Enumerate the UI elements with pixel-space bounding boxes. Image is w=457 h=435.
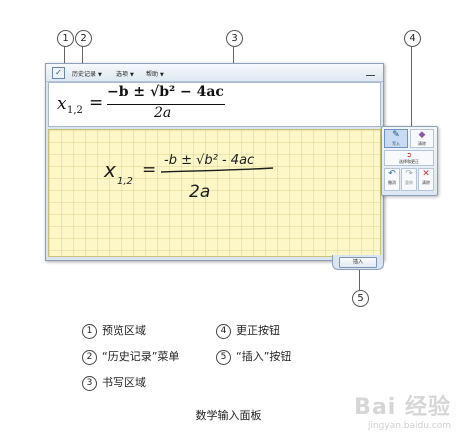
clear-button[interactable]: ✕ 清除: [418, 168, 434, 191]
chevron-down-icon: ▼: [98, 72, 102, 78]
options-menu-label: 选项: [116, 71, 129, 78]
math-input-window: ✓ 历史记录 ▼ 选项 ▼ 帮助 ▼ x 1,2 = −b ± √b² − 4ac 2…: [45, 63, 384, 261]
handwriting-equals: =: [142, 160, 156, 180]
legend-item: 4 更正按钮: [216, 323, 280, 339]
legend-number: 5: [216, 349, 231, 365]
legend-text: “历史记录”菜单: [102, 350, 180, 363]
watermark: Bai 经验 jingyan.baidu.com: [354, 389, 451, 431]
preview-lhs: x: [57, 94, 67, 114]
legend-number: 1: [82, 323, 97, 339]
erase-button-label: 清除: [418, 141, 426, 146]
leader-line-4: [411, 47, 412, 127]
history-menu-label: 历史记录: [72, 71, 97, 78]
history-menu[interactable]: 历史记录 ▼: [72, 69, 102, 78]
eraser-icon: ◆: [418, 130, 426, 140]
callout-3: 3: [226, 30, 243, 47]
legend-item: 3 书写区域: [82, 375, 146, 391]
legend-text: 更正按钮: [236, 324, 280, 337]
redo-icon: ↷: [405, 169, 413, 179]
legend-text: “插入”按钮: [236, 350, 292, 363]
legend-item: 1 预览区域: [82, 323, 146, 339]
watermark-url: jingyan.baidu.com: [367, 421, 451, 431]
write-button-label: 写入: [392, 141, 400, 146]
handwriting-canvas: x 1,2 = -b ± √b² - 4ac 2a: [103, 153, 274, 202]
handwriting-numerator: -b ± √b² - 4ac: [164, 153, 254, 168]
minimize-icon[interactable]: [366, 69, 375, 76]
undo-icon: ↶: [388, 169, 396, 179]
callout-4: 4: [404, 30, 421, 47]
leader-line-5: [359, 269, 360, 290]
preview-area: x 1,2 = −b ± √b² − 4ac 2a: [48, 82, 381, 127]
select-correct-label: 选择和更正: [399, 159, 419, 164]
select-and-correct-button[interactable]: ➲ 选择和更正: [384, 150, 434, 166]
callout-1: 1: [57, 30, 74, 47]
write-button[interactable]: ✎ 写入: [384, 129, 408, 148]
handwriting-lhs-subscript: 1,2: [117, 176, 133, 187]
handwriting-fraction-bar: [160, 167, 274, 173]
callout-2: 2: [75, 30, 92, 47]
preview-equals: =: [89, 93, 104, 113]
undo-button-label: 撤消: [388, 180, 396, 185]
insert-button[interactable]: 插入: [339, 257, 377, 268]
chevron-down-icon: ▼: [130, 72, 134, 78]
preview-denominator: 2a: [154, 105, 172, 121]
erase-button[interactable]: ◆ 清除: [410, 129, 434, 148]
legend-number: 3: [82, 375, 97, 391]
legend-item: 2 “历史记录”菜单: [82, 349, 179, 365]
legend-text: 书写区域: [102, 376, 146, 389]
help-menu-label: 帮助: [146, 71, 159, 78]
chevron-down-icon: ▼: [160, 72, 164, 78]
close-icon: ✕: [422, 169, 430, 179]
preview-lhs-subscript: 1,2: [67, 105, 83, 116]
redo-button-label: 重做: [405, 180, 413, 185]
legend-number: 4: [216, 323, 231, 339]
clear-button-label: 清除: [422, 180, 430, 185]
options-menu[interactable]: 选项 ▼: [116, 69, 134, 78]
math-panel-icon[interactable]: ✓: [52, 67, 65, 79]
legend-text: 预览区域: [102, 324, 146, 337]
legend-number: 2: [82, 349, 97, 365]
lasso-icon: ➲: [406, 151, 412, 159]
legend-item: 5 “插入”按钮: [216, 349, 291, 365]
watermark-text: Bai 经验: [354, 395, 451, 420]
writing-area[interactable]: x 1,2 = -b ± √b² - 4ac 2a: [48, 129, 381, 257]
correction-panel: ✎ 写入 ◆ 清除 ➲ 选择和更正 ↶ 撤消 ↷ 重做 ✕ 清除: [381, 126, 438, 196]
pen-icon: ✎: [392, 130, 400, 140]
handwriting-denominator: 2a: [189, 182, 210, 202]
redo-button[interactable]: ↷ 重做: [401, 168, 417, 191]
callout-5: 5: [352, 290, 369, 307]
handwriting-lhs: x: [103, 158, 116, 182]
help-menu[interactable]: 帮助 ▼: [146, 69, 164, 78]
menu-bar: ✓ 历史记录 ▼ 选项 ▼ 帮助 ▼: [46, 64, 383, 82]
preview-numerator: −b ± √b² − 4ac: [107, 84, 224, 100]
undo-button[interactable]: ↶ 撤消: [384, 168, 400, 191]
